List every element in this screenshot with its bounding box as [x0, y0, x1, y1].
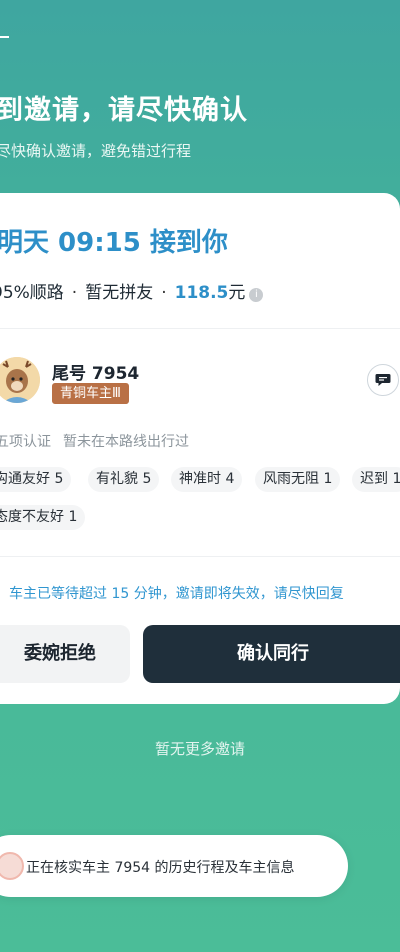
verification-toast: 正在核实车主 7954 的历史行程及车主信息: [0, 835, 348, 897]
confirm-button-label: 确认同行: [237, 643, 309, 664]
header-dash: [0, 36, 9, 38]
driver-name: 尾号 7954: [52, 364, 140, 384]
review-tag: 态度不友好 1: [0, 505, 86, 530]
no-more-invitations: 暂无更多邀请: [154, 740, 245, 758]
divider: [0, 328, 400, 329]
route-match: 95%顺路: [0, 283, 64, 303]
page-title: 到邀请，请尽快确认: [0, 95, 248, 126]
route-history: 暂未在本路线出行过: [63, 434, 189, 450]
price-unit: 元: [228, 283, 246, 303]
info-icon[interactable]: i: [249, 288, 264, 302]
review-tag: 神准时 4: [171, 467, 243, 492]
review-tag: 有礼貌 5: [88, 467, 160, 492]
verify-count: 五项认证: [0, 434, 51, 450]
toast-text: 正在核实车主 7954 的历史行程及车主信息: [26, 860, 295, 876]
carpool-status: 暂无拼友: [85, 283, 154, 303]
page-subtitle: 尽快确认邀请，避免错过行程: [0, 142, 192, 160]
driver-verification: 五项认证 暂未在本路线出行过: [0, 431, 189, 451]
review-tag: 沟通友好 5: [0, 467, 72, 492]
reject-button[interactable]: 委婉拒绝: [0, 625, 130, 683]
divider: [0, 556, 400, 557]
trip-meta: 95%顺路·暂无拼友·118.5元i: [0, 278, 264, 303]
review-tag: 风雨无阻 1: [255, 467, 341, 492]
review-tag: 迟到 1: [352, 467, 400, 492]
expiry-warning: 车主已等待超过 15 分钟，邀请即将失效，请尽快回复: [9, 586, 344, 602]
message-icon[interactable]: [367, 364, 399, 396]
driver-level-badge: 青铜车主Ⅲ: [52, 383, 129, 404]
pickup-time: 明天 09:15 接到你: [0, 228, 228, 258]
trip-price: 118.5: [174, 283, 229, 303]
loading-icon: [0, 852, 24, 880]
confirm-button[interactable]: 确认同行: [143, 625, 400, 683]
